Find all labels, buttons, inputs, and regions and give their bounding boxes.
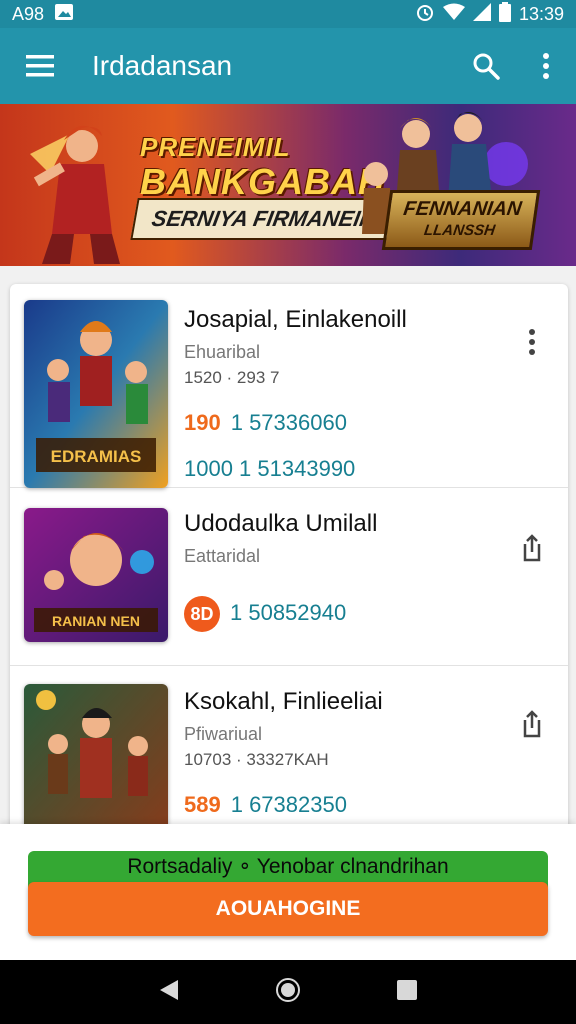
item-subtitle: Ehuaribal	[184, 342, 261, 362]
primary-action-button[interactable]: AOUAHOGINE	[28, 882, 548, 936]
banner-title-line1: PRENEIMIL	[140, 132, 291, 162]
banner-badge-line1: FENNANIAN	[402, 198, 523, 220]
share-icon[interactable]	[514, 706, 550, 742]
status-carrier-text: A98	[12, 3, 45, 24]
system-nav-bar	[0, 960, 576, 1024]
share-icon[interactable]	[514, 530, 550, 566]
game-thumbnail: RANIAN NEN	[24, 508, 168, 642]
item-meta: 1520 · 293 7	[184, 368, 280, 387]
item-subtitle: Pfiwariual	[184, 724, 263, 744]
game-thumbnail	[24, 684, 168, 844]
list-item[interactable]: RANIAN NEN Udodaulka Umilall Eattaridal …	[10, 488, 568, 666]
item-title: Josapial, Einlakenoill	[184, 306, 407, 333]
wifi-icon	[442, 3, 465, 26]
banner-title-line2: BANKGABAH	[140, 161, 385, 202]
status-time: 13:39	[518, 3, 564, 24]
status-bar: A98 13:39	[0, 0, 576, 28]
search-icon[interactable]	[456, 28, 516, 104]
rating-badge: 8D	[184, 596, 220, 632]
item-price-value: 1 57336060	[230, 410, 347, 435]
bottom-action-sheet: Rortsadaliy ∘ Yenobar clnandrihan AOUAHO…	[0, 824, 576, 960]
image-notification-icon	[54, 3, 74, 26]
game-thumbnail: EDRAMIAS	[24, 300, 168, 488]
battery-icon	[498, 1, 511, 27]
banner-badge-line2: LLANSSH	[422, 222, 497, 239]
recents-icon[interactable]	[396, 979, 418, 1006]
item-meta: 10703 · 33327KAH	[184, 750, 329, 769]
item-title: Ksokahl, Finlieeliai	[184, 688, 383, 715]
home-icon[interactable]	[275, 977, 301, 1008]
thumbnail-label: EDRAMIAS	[51, 447, 142, 466]
list-item[interactable]: Ksokahl, Finlieeliai Pfiwariual 10703 · …	[10, 666, 568, 844]
banner-title: PRENEIMIL BANKGABAH	[140, 132, 385, 201]
item-price-accent: 589	[184, 792, 221, 817]
thumbnail-label: RANIAN NEN	[52, 613, 140, 629]
promo-banner[interactable]: PRENEIMIL BANKGABAH SERNIYA FIRMANEIN FE…	[0, 104, 576, 266]
banner-badge: FENNANIAN LLANSSH	[381, 190, 541, 250]
more-options-icon[interactable]	[516, 28, 576, 104]
hero-character-illustration	[30, 125, 120, 264]
back-icon[interactable]	[158, 978, 180, 1007]
game-list: EDRAMIAS Josapial, Einlakenoill Ehuariba…	[10, 284, 568, 844]
signal-icon	[472, 2, 491, 26]
item-price: 8D 1 50852940	[184, 596, 346, 632]
item-price: 190 1 57336060	[184, 410, 347, 436]
item-subtitle: Eattaridal	[184, 546, 261, 566]
item-price-accent: 190	[184, 410, 221, 435]
item-price-value: 1 50852940	[230, 599, 347, 625]
alarm-icon	[415, 2, 435, 27]
item-secondary-price: 1000 1 51343990	[184, 456, 356, 481]
hamburger-menu-icon[interactable]	[0, 28, 80, 104]
item-price-value: 1 67382350	[230, 792, 347, 817]
more-vert-icon[interactable]	[514, 324, 550, 360]
app-title: Irdadansan	[92, 50, 233, 81]
item-price: 589 1 67382350	[184, 792, 347, 818]
list-item[interactable]: EDRAMIAS Josapial, Einlakenoill Ehuariba…	[10, 284, 568, 488]
app-bar: Irdadansan	[0, 28, 576, 104]
item-title: Udodaulka Umilall	[184, 510, 378, 537]
